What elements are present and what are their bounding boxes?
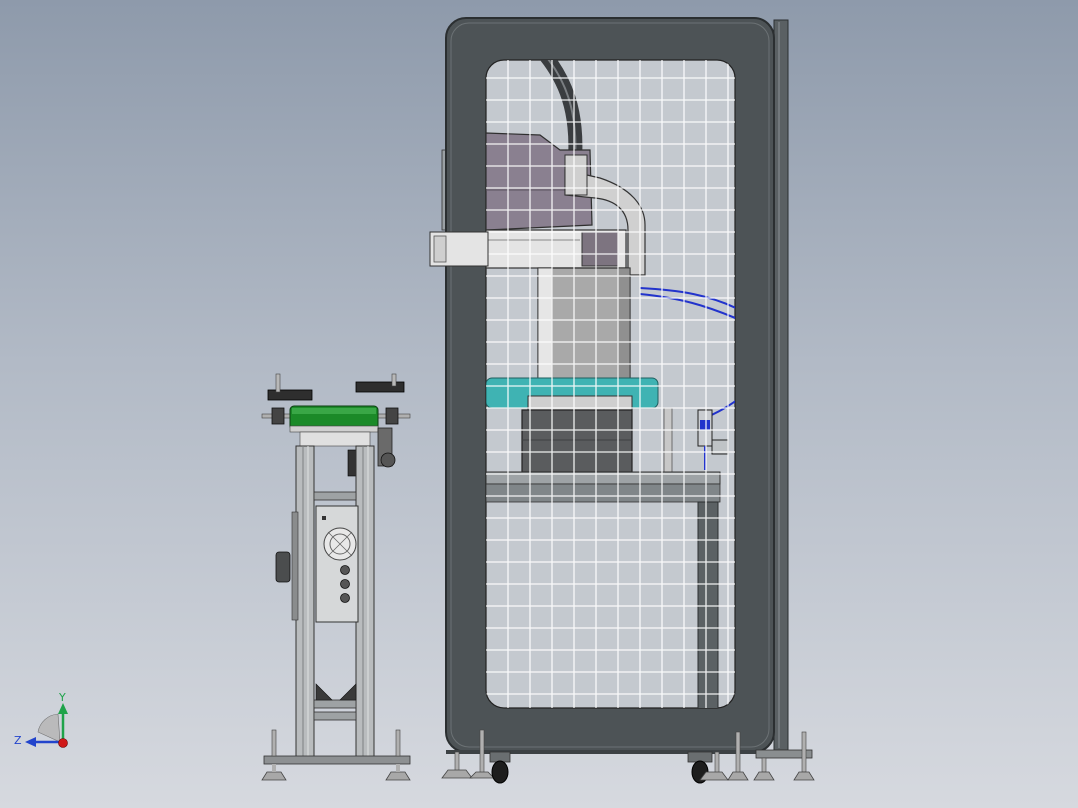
robot-overhang (429, 231, 489, 267)
panel-knob-3 (340, 593, 350, 603)
top-bracket-right (355, 381, 405, 393)
stand-upright-left (295, 445, 315, 761)
robot-pedestal-block (521, 409, 633, 473)
panel-knob-2 (340, 579, 350, 589)
leveling-foot (385, 729, 411, 781)
cabinet-right-post (773, 19, 789, 751)
cad-viewport[interactable]: Y Z (0, 0, 1078, 808)
leveling-foot (441, 751, 473, 779)
cad-scene: Y Z (14, 17, 815, 784)
triad-origin (58, 738, 68, 748)
leveling-foot (261, 729, 287, 781)
table-right-leg (697, 501, 719, 708)
stand-base (263, 755, 411, 765)
table-leg (663, 407, 673, 475)
z-axis-label: Z (14, 734, 22, 747)
side-handle (275, 551, 291, 583)
control-panel (315, 505, 359, 623)
panel-knob-1 (340, 565, 350, 575)
y-axis-label: Y (58, 691, 66, 704)
coordinate-triad-icon[interactable]: Y Z (14, 691, 68, 748)
stand-upright-right (355, 445, 375, 761)
leveling-foot (753, 757, 775, 781)
top-bracket-left (267, 389, 313, 401)
fan-grille-icon (323, 527, 357, 561)
feeder-stand (261, 373, 411, 781)
caster-wheel-icon (489, 751, 511, 784)
